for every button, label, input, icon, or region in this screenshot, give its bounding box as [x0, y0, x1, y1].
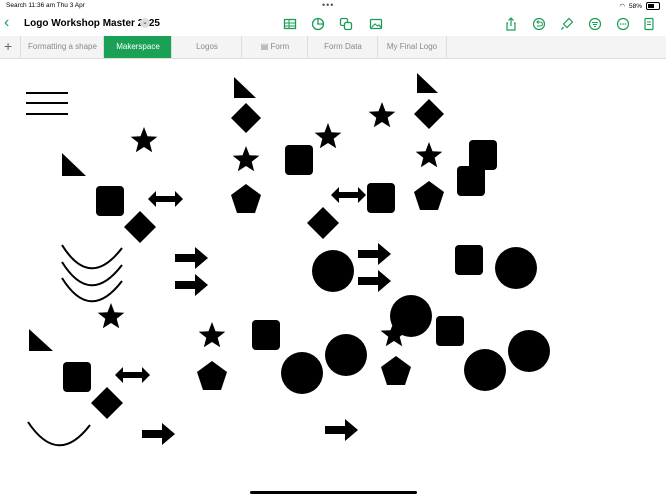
star-shape[interactable]: [232, 146, 260, 172]
star-shape[interactable]: [314, 123, 342, 149]
battery-percent: 58%: [628, 2, 642, 10]
right-arrow-shape[interactable]: [175, 247, 208, 269]
circle-shape[interactable]: [464, 349, 506, 391]
diamond-shape[interactable]: [307, 207, 339, 239]
square-shape[interactable]: [252, 320, 280, 350]
pentagon-shape[interactable]: [231, 184, 261, 213]
arc-shape[interactable]: [61, 244, 123, 270]
star-shape[interactable]: [97, 303, 125, 329]
tab-my-final-logo[interactable]: My Final Logo: [377, 36, 447, 58]
triangle-shape[interactable]: [234, 77, 256, 98]
triangle-shape[interactable]: [62, 153, 86, 176]
diamond-shape[interactable]: [91, 387, 123, 419]
wifi-icon: ◠: [619, 3, 625, 10]
square-shape[interactable]: [367, 183, 395, 213]
arc-shape[interactable]: [61, 261, 123, 287]
square-shape[interactable]: [285, 145, 313, 175]
home-indicator[interactable]: [250, 491, 417, 494]
square-shape[interactable]: [455, 245, 483, 275]
circle-shape[interactable]: [281, 352, 323, 394]
diamond-shape[interactable]: [414, 99, 444, 129]
right-arrow-shape[interactable]: [358, 243, 391, 265]
chart-icon[interactable]: [311, 17, 325, 31]
circle-shape[interactable]: [390, 295, 432, 337]
toolbar: ‹ Logo Workshop Master 2025 ⌄: [0, 12, 666, 36]
battery-icon: [646, 2, 660, 10]
tab-makerspace[interactable]: Makerspace: [103, 36, 172, 58]
title-menu-icon[interactable]: ⌄: [140, 18, 150, 28]
circle-shape[interactable]: [508, 330, 550, 372]
undo-icon[interactable]: [532, 17, 546, 31]
double-arrow-shape[interactable]: [115, 367, 150, 383]
right-arrow-shape[interactable]: [142, 423, 175, 445]
tab-form-data[interactable]: Form Data: [307, 36, 378, 58]
triangle-shape[interactable]: [417, 73, 438, 93]
table-icon[interactable]: [283, 17, 297, 31]
square-shape[interactable]: [457, 166, 485, 196]
add-sheet-button[interactable]: +: [4, 38, 12, 54]
square-shape[interactable]: [469, 140, 497, 170]
status-right: ◠ 58%: [619, 2, 660, 10]
diamond-shape[interactable]: [124, 211, 156, 243]
document-icon[interactable]: [642, 17, 656, 31]
circle-shape[interactable]: [312, 250, 354, 292]
star-shape[interactable]: [198, 322, 226, 348]
tab-form[interactable]: ▤ Form: [241, 36, 308, 58]
hamburger-lines[interactable]: [26, 92, 68, 115]
arc-shape[interactable]: [61, 277, 123, 303]
back-button[interactable]: ‹: [4, 15, 9, 31]
square-shape[interactable]: [63, 362, 91, 392]
arc-shape[interactable]: [27, 421, 91, 447]
right-arrow-shape[interactable]: [175, 274, 208, 296]
pentagon-shape[interactable]: [414, 181, 444, 210]
diamond-shape[interactable]: [231, 103, 261, 133]
form-icon: ▤: [260, 42, 271, 51]
tab-formatting-a-shape[interactable]: Formatting a shape: [20, 36, 104, 58]
multitask-dots[interactable]: •••: [322, 0, 334, 10]
media-icon[interactable]: [369, 17, 383, 31]
pentagon-shape[interactable]: [381, 356, 411, 385]
star-shape[interactable]: [368, 102, 396, 128]
share-icon[interactable]: [504, 17, 518, 31]
triangle-shape[interactable]: [29, 329, 53, 351]
square-shape[interactable]: [436, 316, 464, 346]
pentagon-shape[interactable]: [197, 361, 227, 390]
slide-canvas[interactable]: [0, 58, 666, 499]
double-arrow-shape[interactable]: [331, 187, 366, 203]
circle-shape[interactable]: [495, 247, 537, 289]
circle-shape[interactable]: [325, 334, 367, 376]
sheet-tabs: + Formatting a shape Makerspace Logos ▤ …: [0, 36, 666, 59]
format-brush-icon[interactable]: [560, 17, 574, 31]
square-shape[interactable]: [96, 186, 124, 216]
star-shape[interactable]: [415, 142, 443, 168]
right-arrow-shape[interactable]: [358, 270, 391, 292]
more-icon[interactable]: [616, 17, 630, 31]
star-shape[interactable]: [130, 127, 158, 153]
shapes-icon[interactable]: [339, 17, 353, 31]
right-arrow-shape[interactable]: [325, 419, 358, 441]
double-arrow-shape[interactable]: [148, 191, 183, 207]
tab-form-label: Form: [270, 42, 290, 51]
filter-icon[interactable]: [588, 17, 602, 31]
status-bar: Search 11:36 am Thu 3 Apr ••• ◠ 58%: [0, 0, 666, 12]
tab-logos[interactable]: Logos: [171, 36, 242, 58]
status-time: Search 11:36 am Thu 3 Apr: [6, 2, 85, 9]
